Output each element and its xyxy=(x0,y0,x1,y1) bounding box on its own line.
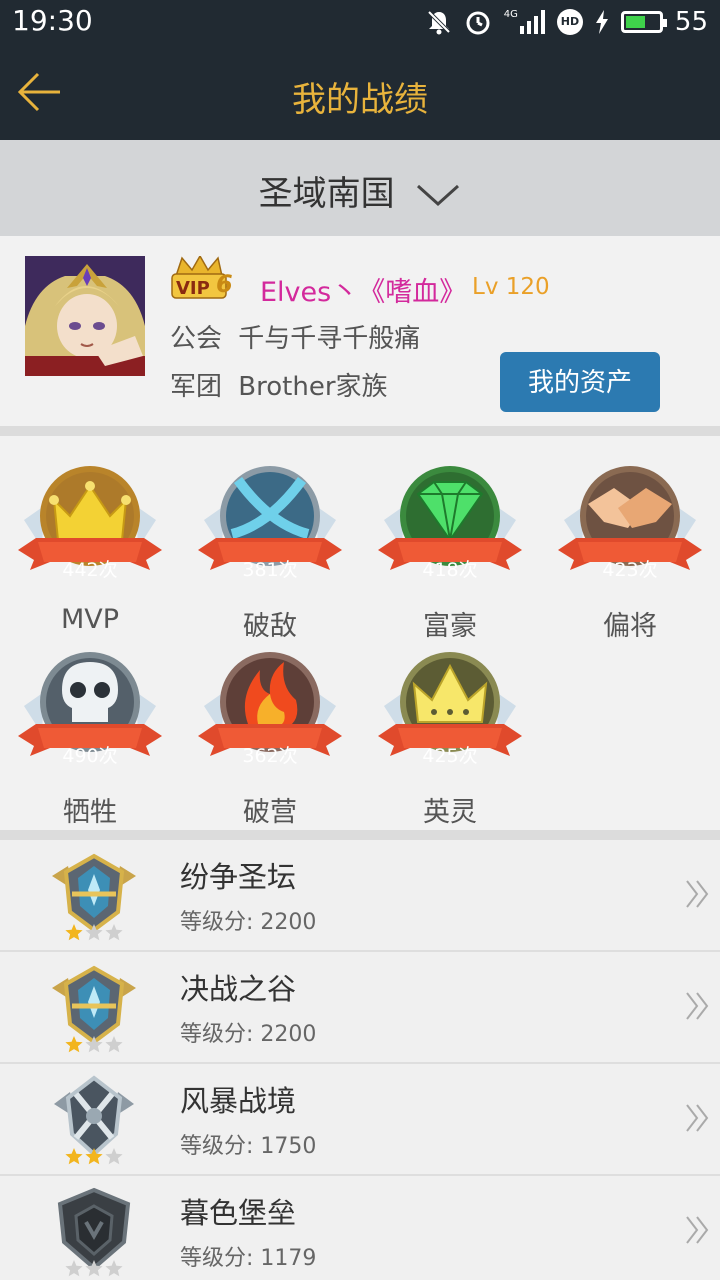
list-item[interactable]: 纷争圣坛 等级分: 2200 xyxy=(0,840,720,952)
medal-defeat: 381次 破敌 xyxy=(180,464,360,642)
star-empty-icon xyxy=(105,1260,123,1277)
star-filled-icon xyxy=(65,1148,83,1165)
rank-score: 等级分: 1179 xyxy=(180,1246,317,1271)
ranked-mode-list: 纷争圣坛 等级分: 2200 决战之谷 等级分: 2200 风暴战境 等级分: … xyxy=(0,840,720,1280)
medal-count: 362次 xyxy=(242,745,298,767)
double-chevron-right-icon xyxy=(686,880,709,908)
player-name: Elves丶《嗜血》 xyxy=(260,277,467,308)
double-chevron-right-icon xyxy=(686,1104,709,1132)
star-empty-icon xyxy=(65,1260,83,1277)
server-selector[interactable]: 圣域南国 xyxy=(0,140,720,236)
battery-icon xyxy=(620,11,667,33)
rank-score: 等级分: 1750 xyxy=(180,1134,317,1159)
rank-score: 等级分: 2200 xyxy=(180,1022,317,1047)
rank-score: 等级分: 2200 xyxy=(180,910,317,935)
star-rating xyxy=(65,1148,123,1165)
server-name: 圣域南国 xyxy=(258,174,395,214)
rank-mode-name: 风暴战境 xyxy=(180,1084,297,1118)
hd-icon: HD xyxy=(556,9,583,35)
title-bar: 我的战绩 xyxy=(0,44,720,140)
page-title: 我的战绩 xyxy=(292,80,428,120)
avatar xyxy=(25,256,145,376)
medal-general: 423次 偏将 xyxy=(540,464,720,642)
legion-label: 军团 xyxy=(170,372,223,402)
medal-label: MVP xyxy=(60,604,120,635)
list-item[interactable]: 风暴战境 等级分: 1750 xyxy=(0,1064,720,1176)
medal-label: 偏将 xyxy=(603,611,657,642)
my-assets-button[interactable]: 我的资产 xyxy=(500,352,660,412)
star-empty-icon xyxy=(85,1260,103,1277)
medal-count: 381次 xyxy=(242,559,298,581)
star-empty-icon xyxy=(85,1036,103,1053)
player-level: Lv 120 xyxy=(472,274,550,300)
medal-count: 418次 xyxy=(422,559,478,581)
mute-bell-icon xyxy=(427,10,451,35)
legion-row: 军团 Brother家族 xyxy=(170,366,388,403)
medal-rich: 418次 富豪 xyxy=(360,464,540,642)
medal-mvp: 442次 MVP xyxy=(0,464,180,635)
network-label: 4G xyxy=(503,9,518,20)
list-item[interactable]: 暮色堡垒 等级分: 1179 xyxy=(0,1176,720,1280)
double-chevron-right-icon xyxy=(686,1216,709,1244)
vip-level: 6 xyxy=(216,270,233,298)
guild-label: 公会 xyxy=(170,324,223,354)
rank-mode-name: 决战之谷 xyxy=(180,972,297,1006)
medal-count: 423次 xyxy=(602,559,658,581)
star-rating xyxy=(65,924,123,941)
status-bar: 19:30 4G HD 55 xyxy=(0,0,720,44)
star-filled-icon xyxy=(65,924,83,941)
rank-mode-name: 纷争圣坛 xyxy=(180,860,297,894)
medal-count: 425次 xyxy=(422,745,478,767)
medal-heroic-spirit: 425次 英灵 xyxy=(360,650,540,828)
double-chevron-right-icon xyxy=(686,992,709,1020)
medal-sacrifice: 490次 牺牲 xyxy=(0,650,180,828)
status-icons: 4G HD 55 xyxy=(426,6,708,38)
medal-label: 富豪 xyxy=(423,611,477,642)
legion-name: Brother家族 xyxy=(238,372,388,402)
star-empty-icon xyxy=(85,924,103,941)
star-filled-icon xyxy=(85,1148,103,1165)
chevron-down-icon xyxy=(417,184,460,206)
medal-label: 英灵 xyxy=(423,797,477,828)
battery-percent: 55 xyxy=(674,7,708,37)
guild-name: 千与千寻千般痛 xyxy=(238,324,421,354)
svg-text:VIP: VIP xyxy=(176,278,210,299)
medal-grid: 442次 MVP 381次 破敌 418次 富豪 423次 偏将 490次 牺牲… xyxy=(0,436,720,830)
divider xyxy=(0,830,720,840)
medal-count: 442次 xyxy=(62,559,118,581)
list-item[interactable]: 决战之谷 等级分: 2200 xyxy=(0,952,720,1064)
medal-count: 490次 xyxy=(62,745,118,767)
medal-label: 破营 xyxy=(243,797,297,828)
star-empty-icon xyxy=(105,1148,123,1165)
alarm-icon xyxy=(466,11,490,35)
status-time: 19:30 xyxy=(12,4,93,37)
star-empty-icon xyxy=(105,924,123,941)
medal-label: 牺牲 xyxy=(63,797,117,828)
charging-icon xyxy=(595,10,608,34)
signal-icon xyxy=(519,10,545,34)
star-empty-icon xyxy=(105,1036,123,1053)
guild-row: 公会 千与千寻千般痛 xyxy=(170,318,420,355)
star-filled-icon xyxy=(65,1036,83,1053)
medal-break-camp: 362次 破营 xyxy=(180,650,360,828)
medal-label: 破敌 xyxy=(243,611,297,642)
profile-card: VIP 6 Elves丶《嗜血》 Lv 120 公会 千与千寻千般痛 军团 Br… xyxy=(0,236,720,426)
rank-mode-name: 暮色堡垒 xyxy=(180,1196,297,1230)
divider xyxy=(0,426,720,436)
star-rating xyxy=(65,1036,123,1053)
star-rating xyxy=(65,1260,123,1277)
